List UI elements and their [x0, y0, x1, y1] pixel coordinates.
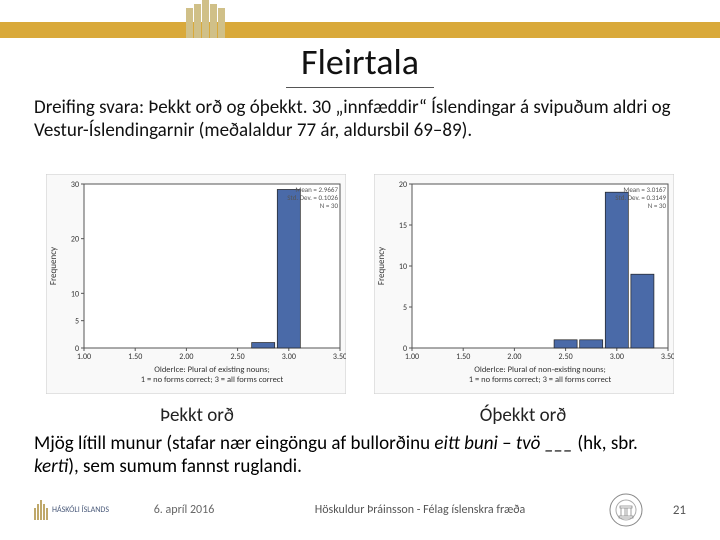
svg-text:2.00: 2.00	[507, 352, 521, 362]
chart-unknown-words: 051015201.001.502.002.503.003.50Frequenc…	[374, 174, 674, 394]
footer-author: Höskuldur Þráinsson - Félag íslenskra fr…	[244, 503, 596, 517]
chart-known-words: 051020301.001.502.002.503.003.50Frequenc…	[46, 174, 346, 394]
svg-text:3.00: 3.00	[282, 352, 296, 362]
chart-area: 051020301.001.502.002.503.003.50Frequenc…	[46, 174, 674, 394]
university-seal-icon	[596, 492, 656, 528]
svg-text:2.50: 2.50	[559, 352, 573, 362]
svg-text:1 = no forms correct; 3 = all: 1 = no forms correct; 3 = all forms corr…	[469, 375, 612, 385]
text: –	[498, 432, 516, 455]
svg-text:1.50: 1.50	[128, 352, 142, 362]
svg-text:15: 15	[399, 221, 407, 231]
page-number: 21	[656, 503, 686, 518]
caption-known: Þekkt orð	[34, 404, 360, 427]
intro-paragraph: Dreifing svara: Þekkt orð og óþekkt. 30 …	[34, 96, 686, 142]
svg-text:Frequency: Frequency	[376, 246, 387, 285]
svg-text:1.00: 1.00	[405, 352, 419, 362]
svg-text:5: 5	[75, 317, 79, 327]
footer-date: 6. apríl 2016	[124, 503, 244, 517]
text-italic: eitt buni	[434, 432, 497, 455]
svg-text:3.00: 3.00	[610, 352, 624, 362]
svg-text:N = 30: N = 30	[320, 201, 339, 210]
svg-text:30: 30	[71, 180, 79, 190]
svg-text:10: 10	[399, 262, 407, 272]
text-italic: kerti	[34, 455, 68, 478]
svg-text:1.00: 1.00	[77, 352, 91, 362]
university-label: HÁSKÓLI ÍSLANDS	[52, 506, 109, 514]
header-accent-bar	[0, 22, 720, 38]
svg-text:OlderIce: Plural of non-existi: OlderIce: Plural of non-existing nouns;	[474, 365, 606, 375]
svg-text:N = 30: N = 30	[648, 201, 667, 210]
header-logo	[180, 0, 230, 38]
svg-text:20: 20	[71, 235, 79, 245]
svg-text:2.50: 2.50	[231, 352, 245, 362]
text-italic: tvö ___	[516, 432, 573, 455]
svg-text:1 = no forms correct; 3 = all: 1 = no forms correct; 3 = all forms corr…	[141, 375, 284, 385]
slide-title: Fleirtala	[0, 40, 720, 84]
text: Mjög lítill munur (stafar nær eingöngu a…	[34, 432, 434, 455]
caption-unknown: Óþekkt orð	[360, 404, 686, 427]
university-mini-logo: HÁSKÓLI ÍSLANDS	[34, 500, 124, 520]
text: (hk, sbr.	[573, 432, 638, 455]
svg-text:Frequency: Frequency	[48, 246, 59, 285]
text: ), sem sumum fannst ruglandi.	[68, 455, 302, 478]
svg-text:3.50: 3.50	[333, 352, 346, 362]
svg-text:3.50: 3.50	[661, 352, 674, 362]
footer: HÁSKÓLI ÍSLANDS 6. apríl 2016 Höskuldur …	[34, 492, 686, 528]
svg-text:20: 20	[399, 180, 407, 190]
svg-text:1.50: 1.50	[456, 352, 470, 362]
svg-text:2.00: 2.00	[179, 352, 193, 362]
svg-text:10: 10	[71, 289, 79, 299]
svg-text:5: 5	[403, 303, 407, 313]
svg-text:OlderIce: Plural of existing n: OlderIce: Plural of existing nouns;	[154, 365, 270, 375]
conclusion-paragraph: Mjög lítill munur (stafar nær eingöngu a…	[34, 432, 686, 478]
